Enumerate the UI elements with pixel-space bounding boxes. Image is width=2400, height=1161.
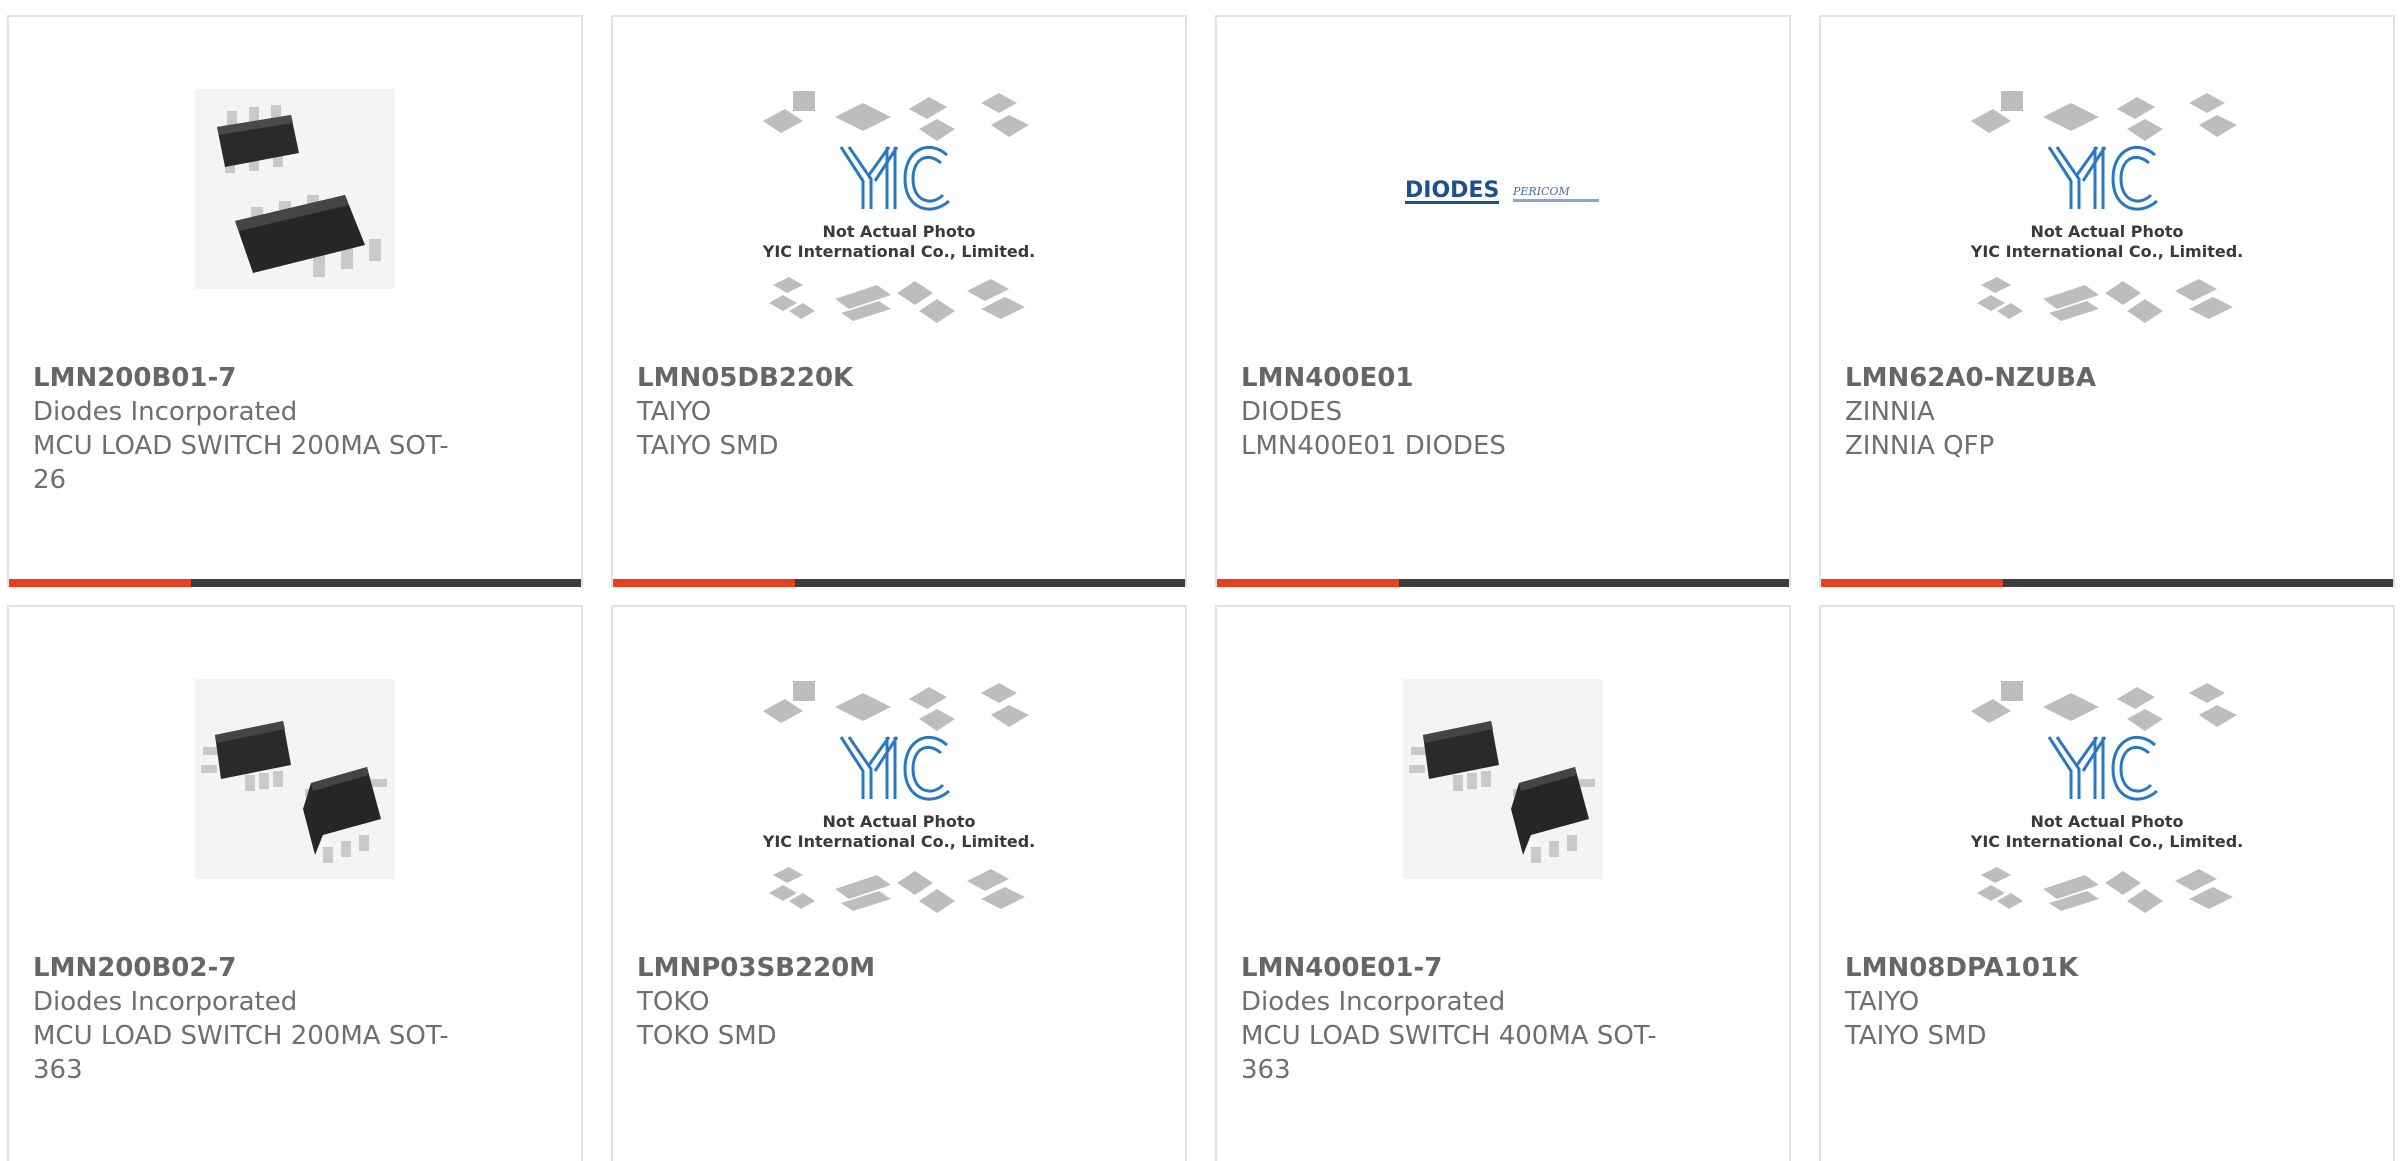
product-card[interactable]: Not Actual Photo YIC International Co., … [611,605,1187,1161]
product-card[interactable]: DIODES PERICOM LMN400E01 DIODES LMN400E0… [1215,15,1791,587]
card-accent-bar [9,579,581,587]
yic-placeholder-image: Not Actual Photo YIC International Co., … [762,681,1035,913]
product-image[interactable]: Not Actual Photo YIC International Co., … [613,679,1185,913]
product-card[interactable]: LMN200B02-7 Diodes Incorporated MCU LOAD… [7,605,583,1161]
product-card[interactable]: Not Actual Photo YIC International Co., … [611,15,1187,587]
part-number[interactable]: LMN08DPA101K [1845,951,2078,985]
yic-placeholder-image: Not Actual Photo YIC International Co., … [1970,681,2243,913]
manufacturer: TOKO [637,987,710,1017]
sot26-package-image [195,89,395,289]
part-number[interactable]: LMN400E01-7 [1241,951,1442,985]
product-card[interactable]: LMN200B01-7 Diodes Incorporated MCU LOAD… [7,15,583,587]
svg-text:Not Actual Photo: Not Actual Photo [2030,222,2183,241]
svg-text:DIODES: DIODES [1405,178,1499,203]
part-number[interactable]: LMN62A0-NZUBA [1845,361,2096,395]
sot363-package-image [195,679,395,879]
yic-placeholder-image: Not Actual Photo YIC International Co., … [1970,91,2243,323]
manufacturer: TAIYO [1845,987,1920,1017]
product-card[interactable]: Not Actual Photo YIC International Co., … [1819,15,2395,587]
product-card[interactable]: Not Actual Photo YIC International Co., … [1819,605,2395,1161]
svg-text:YIC International Co., Limited: YIC International Co., Limited. [1970,242,2243,261]
manufacturer: DIODES [1241,397,1343,427]
card-accent-bar [613,579,1185,587]
diodes-pericom-logo: DIODES PERICOM [1405,178,1599,204]
product-image[interactable]: Not Actual Photo YIC International Co., … [1821,89,2393,323]
card-accent-bar [1821,579,2393,587]
product-image[interactable]: DIODES PERICOM [1217,89,1789,305]
part-number[interactable]: LMN200B02-7 [33,951,236,985]
card-accent-bar [1217,579,1789,587]
manufacturer: Diodes Incorporated [33,397,298,427]
manufacturer: Diodes Incorporated [33,987,298,1017]
description: TAIYO SMD [637,431,779,461]
part-number[interactable]: LMNP03SB220M [637,951,875,985]
svg-text:Not Actual Photo: Not Actual Photo [822,812,975,831]
part-number[interactable]: LMN05DB220K [637,361,853,395]
part-number[interactable]: LMN200B01-7 [33,361,236,395]
description: MCU LOAD SWITCH 200MA SOT-26 [33,431,449,495]
product-image[interactable]: Not Actual Photo YIC International Co., … [613,89,1185,323]
svg-text:Not Actual Photo: Not Actual Photo [2030,812,2183,831]
product-image[interactable]: Not Actual Photo YIC International Co., … [1821,679,2393,913]
manufacturer: Diodes Incorporated [1241,987,1506,1017]
yic-placeholder-image: Not Actual Photo YIC International Co., … [762,91,1035,323]
part-number[interactable]: LMN400E01 [1241,361,1413,395]
product-image[interactable] [9,89,581,305]
sot363-package-image [1403,679,1603,879]
manufacturer: ZINNIA [1845,397,1935,427]
product-image[interactable] [9,679,581,895]
svg-text:YIC International Co., Limited: YIC International Co., Limited. [1970,832,2243,851]
description: MCU LOAD SWITCH 200MA SOT-363 [33,1021,449,1085]
description: LMN400E01 DIODES [1241,431,1506,461]
svg-text:YIC International Co., Limited: YIC International Co., Limited. [762,242,1035,261]
manufacturer: TAIYO [637,397,712,427]
product-card[interactable]: LMN400E01-7 Diodes Incorporated MCU LOAD… [1215,605,1791,1161]
svg-text:Not Actual Photo: Not Actual Photo [822,222,975,241]
svg-text:YIC International Co., Limited: YIC International Co., Limited. [762,832,1035,851]
description: TOKO SMD [637,1021,777,1051]
description: TAIYO SMD [1845,1021,1987,1051]
description: ZINNIA QFP [1845,431,1995,461]
product-grid: LMN200B01-7 Diodes Incorporated MCU LOAD… [0,0,2400,1161]
description: MCU LOAD SWITCH 400MA SOT-363 [1241,1021,1657,1085]
svg-text:PERICOM: PERICOM [1512,185,1570,198]
product-image[interactable] [1217,679,1789,895]
